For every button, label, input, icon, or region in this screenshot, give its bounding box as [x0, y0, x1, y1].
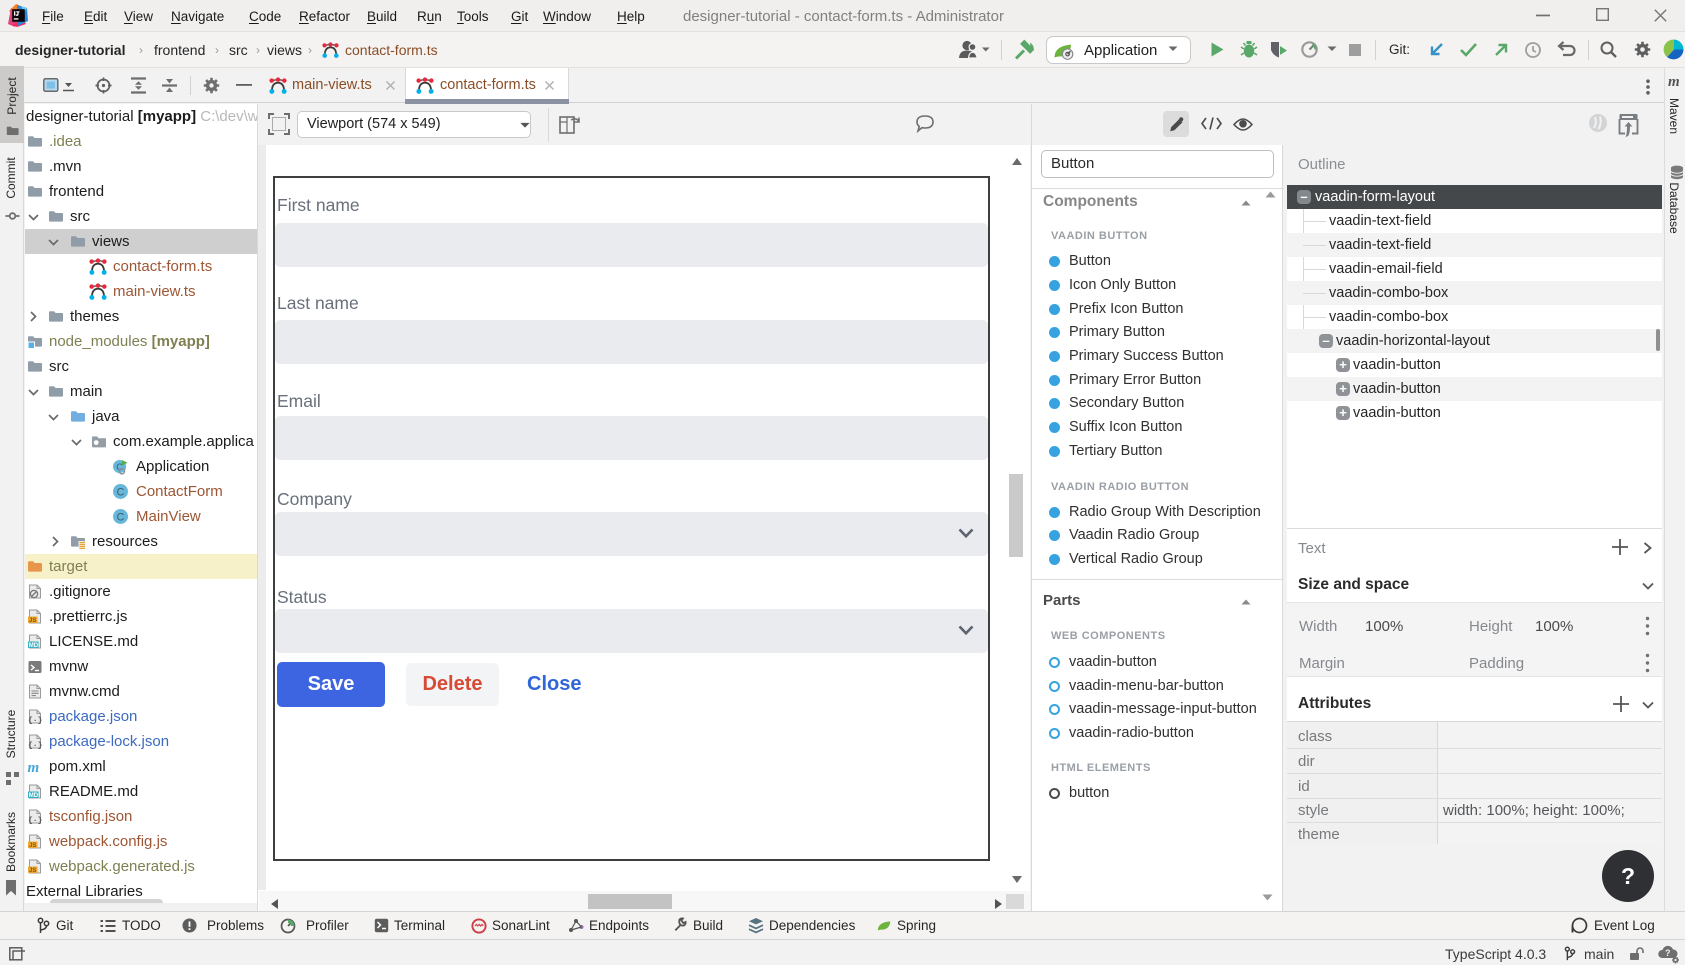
svg-text:?: ?: [1665, 948, 1671, 958]
